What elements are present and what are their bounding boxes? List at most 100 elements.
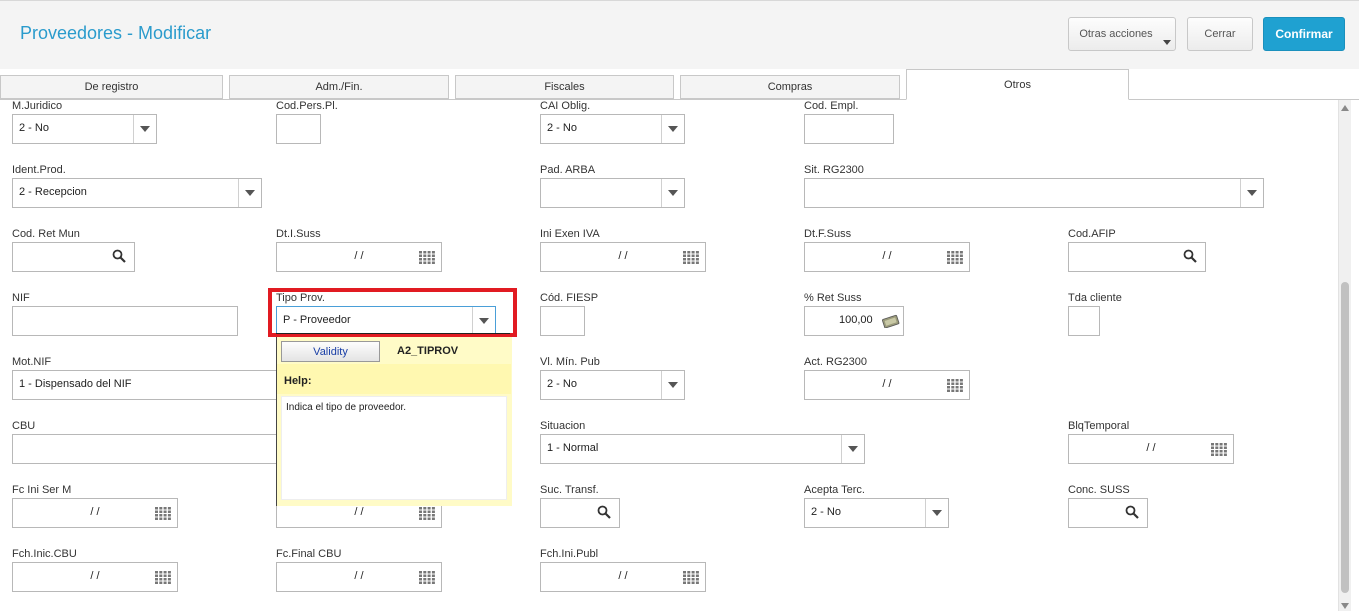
fc-ini-ser-m-label: Fc Ini Ser M bbox=[12, 484, 72, 496]
cod-afip-label: Cod.AFIP bbox=[1068, 228, 1116, 240]
tda-cliente-input[interactable] bbox=[1068, 306, 1100, 336]
vl-min-pub-label: Vl. Mín. Pub bbox=[540, 356, 600, 368]
suc-transf-input[interactable] bbox=[540, 498, 620, 528]
fc-final-cbu-input[interactable]: / / bbox=[276, 562, 442, 592]
sit-rg2300-select[interactable] bbox=[804, 178, 1264, 208]
fch-ini-publ-label: Fch.Ini.Publ bbox=[540, 548, 599, 560]
validity-button[interactable]: Validity bbox=[281, 341, 380, 362]
blq-temporal-value: / / bbox=[1146, 442, 1156, 454]
search-icon[interactable] bbox=[597, 505, 611, 519]
vl-min-pub-select[interactable]: 2 - No bbox=[540, 370, 685, 400]
mot-nif-label: Mot.NIF bbox=[12, 356, 52, 368]
m-juridico-label: M.Juridico bbox=[12, 100, 63, 112]
scroll-up-icon[interactable] bbox=[1341, 105, 1349, 111]
cbu-input[interactable] bbox=[12, 434, 312, 464]
search-icon[interactable] bbox=[1125, 505, 1139, 519]
calendar-icon[interactable] bbox=[155, 507, 171, 520]
cod-empl-input[interactable] bbox=[804, 114, 894, 144]
nif-input[interactable] bbox=[12, 306, 238, 336]
ini-exen-iva-input[interactable]: / / bbox=[540, 242, 706, 272]
highlight-frame bbox=[268, 288, 517, 337]
conc-suss-input[interactable] bbox=[1068, 498, 1148, 528]
acepta-terc-value: 2 - No bbox=[811, 506, 841, 518]
calendar-icon[interactable] bbox=[683, 571, 699, 584]
calendar-icon[interactable] bbox=[1211, 443, 1227, 456]
tda-cliente-label: Tda cliente bbox=[1068, 292, 1122, 304]
blq-temporal-label: BlqTemporal bbox=[1068, 420, 1130, 432]
situacion-select[interactable]: 1 - Normal bbox=[540, 434, 865, 464]
sit-rg2300-dropdown-toggle[interactable] bbox=[1240, 179, 1263, 207]
form-content: M.Juridico 2 - No Cod.Pers.Pl. CAI Oblig… bbox=[0, 100, 1338, 611]
ini-exen-iva-value: / / bbox=[618, 250, 628, 262]
m-juridico-dropdown-toggle[interactable] bbox=[133, 115, 156, 143]
chevron-down-icon bbox=[848, 446, 858, 452]
calendar-icon[interactable] bbox=[683, 251, 699, 264]
m-juridico-select[interactable]: 2 - No bbox=[12, 114, 157, 144]
fch-ini-publ-input[interactable]: / / bbox=[540, 562, 706, 592]
cod-pers-pl-label: Cod.Pers.Pl. bbox=[276, 100, 338, 112]
fch-inic-cbu-input[interactable]: / / bbox=[12, 562, 178, 592]
tab-fiscales[interactable]: Fiscales bbox=[455, 75, 674, 99]
vertical-scrollbar[interactable] bbox=[1338, 100, 1351, 611]
cod-ret-mun-input[interactable] bbox=[12, 242, 135, 272]
pad-arba-dropdown-toggle[interactable] bbox=[661, 179, 684, 207]
cai-oblig-select[interactable]: 2 - No bbox=[540, 114, 685, 144]
search-icon[interactable] bbox=[112, 249, 126, 263]
fch-ini-publ-value: / / bbox=[618, 570, 628, 582]
calendar-icon[interactable] bbox=[419, 571, 435, 584]
dt-f-suss-label: Dt.F.Suss bbox=[804, 228, 852, 240]
calendar-icon[interactable] bbox=[947, 251, 963, 264]
ident-prod-dropdown-toggle[interactable] bbox=[238, 179, 261, 207]
pad-arba-select[interactable] bbox=[540, 178, 685, 208]
blq-temporal-input[interactable]: / / bbox=[1068, 434, 1234, 464]
ident-prod-select[interactable]: 2 - Recepcion bbox=[12, 178, 262, 208]
dt-f-suss-value: / / bbox=[882, 250, 892, 262]
confirm-button[interactable]: Confirmar bbox=[1263, 17, 1345, 51]
suc-transf-label: Suc. Transf. bbox=[540, 484, 599, 496]
chevron-down-icon bbox=[668, 126, 678, 132]
calculator-icon[interactable] bbox=[881, 314, 901, 328]
situacion-dropdown-toggle[interactable] bbox=[841, 435, 864, 463]
more-actions-button[interactable]: Otras acciones bbox=[1068, 17, 1176, 51]
help-text: Indica el tipo de proveedor. bbox=[281, 396, 507, 500]
chevron-down-icon bbox=[140, 126, 150, 132]
hidden-date-value: / / bbox=[354, 506, 364, 518]
pad-arba-label: Pad. ARBA bbox=[540, 164, 596, 176]
chevron-down-icon bbox=[1247, 190, 1257, 196]
calendar-icon[interactable] bbox=[947, 379, 963, 392]
act-rg2300-value: / / bbox=[882, 378, 892, 390]
scrollbar-thumb[interactable] bbox=[1341, 282, 1349, 593]
fc-ini-ser-m-input[interactable]: / / bbox=[12, 498, 178, 528]
act-rg2300-label: Act. RG2300 bbox=[804, 356, 867, 368]
tab-otros[interactable]: Otros bbox=[906, 69, 1129, 100]
search-icon[interactable] bbox=[1183, 249, 1197, 263]
mot-nif-select[interactable]: 1 - Dispensado del NIF bbox=[12, 370, 312, 400]
cod-fiesp-input[interactable] bbox=[540, 306, 585, 336]
dt-i-suss-input[interactable]: / / bbox=[276, 242, 442, 272]
scroll-down-icon[interactable] bbox=[1341, 603, 1349, 609]
cod-pers-pl-input[interactable] bbox=[276, 114, 321, 144]
calendar-icon[interactable] bbox=[419, 251, 435, 264]
dt-f-suss-input[interactable]: / / bbox=[804, 242, 970, 272]
fc-final-cbu-label: Fc.Final CBU bbox=[276, 548, 342, 560]
tab-adm-fin[interactable]: Adm./Fin. bbox=[229, 75, 449, 99]
conc-suss-label: Conc. SUSS bbox=[1068, 484, 1130, 496]
act-rg2300-input[interactable]: / / bbox=[804, 370, 970, 400]
tab-de-registro[interactable]: De registro bbox=[0, 75, 223, 99]
fc-final-cbu-value: / / bbox=[354, 570, 364, 582]
cai-oblig-dropdown-toggle[interactable] bbox=[661, 115, 684, 143]
cod-afip-input[interactable] bbox=[1068, 242, 1206, 272]
cbu-label: CBU bbox=[12, 420, 36, 432]
acepta-terc-select[interactable]: 2 - No bbox=[804, 498, 949, 528]
calendar-icon[interactable] bbox=[419, 507, 435, 520]
calendar-icon[interactable] bbox=[155, 571, 171, 584]
mot-nif-value: 1 - Dispensado del NIF bbox=[19, 378, 132, 390]
highlight-underline bbox=[276, 333, 510, 334]
page-title: Proveedores - Modificar bbox=[20, 23, 212, 43]
more-actions-label: Otras acciones bbox=[1079, 28, 1153, 40]
tab-compras[interactable]: Compras bbox=[680, 75, 900, 99]
close-button[interactable]: Cerrar bbox=[1187, 17, 1253, 51]
acepta-terc-dropdown-toggle[interactable] bbox=[925, 499, 948, 527]
ret-suss-input[interactable]: 100,00 bbox=[804, 306, 904, 336]
vl-min-pub-dropdown-toggle[interactable] bbox=[661, 371, 684, 399]
